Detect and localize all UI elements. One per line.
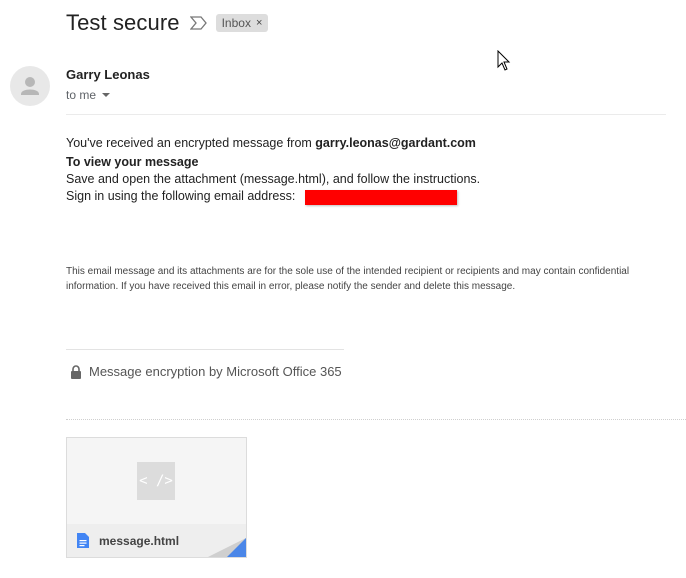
lock-icon	[71, 364, 81, 379]
redacted-email-address	[305, 190, 457, 205]
code-file-icon: < />	[137, 462, 175, 500]
intro-text: You've received an encrypted message fro…	[66, 136, 316, 150]
recipient-label: to me	[66, 88, 97, 102]
inbox-label-chip[interactable]: Inbox ×	[215, 14, 269, 32]
important-marker-icon[interactable]	[189, 16, 208, 30]
person-icon	[21, 77, 39, 95]
attachment-card[interactable]: < /> message.html	[66, 437, 247, 558]
view-heading: To view your message	[66, 155, 199, 169]
confidentiality-disclaimer: This email message and its attachments a…	[66, 266, 630, 292]
sender-email: garry.leonas@gardant.com	[315, 136, 476, 150]
mouse-cursor-icon	[497, 50, 511, 71]
attachment-corner-accent	[227, 538, 246, 557]
attachment-filename: message.html	[99, 534, 180, 548]
recipient-details-toggle[interactable]: to me	[66, 88, 111, 102]
sender-name: Garry Leonas	[66, 67, 150, 82]
encryption-note: Message encryption by Microsoft Office 3…	[70, 364, 342, 379]
instruction-line: Save and open the attachment (message.ht…	[66, 172, 481, 186]
chevron-down-icon[interactable]	[102, 93, 111, 97]
attachments-divider	[66, 419, 686, 420]
sender-avatar[interactable]	[10, 66, 50, 106]
doc-icon	[77, 533, 89, 548]
header-divider	[66, 114, 666, 115]
subject-row: Test secure Inbox ×	[66, 8, 269, 38]
inbox-label-text: Inbox	[221, 16, 251, 30]
encryption-divider	[66, 349, 344, 350]
sign-in-line: Sign in using the following email addres…	[66, 189, 296, 203]
email-subject: Test secure	[66, 10, 180, 35]
encryption-text: Message encryption by Microsoft Office 3…	[89, 364, 342, 379]
intro-line: You've received an encrypted message fro…	[66, 136, 476, 150]
remove-label-button[interactable]: ×	[256, 17, 262, 29]
